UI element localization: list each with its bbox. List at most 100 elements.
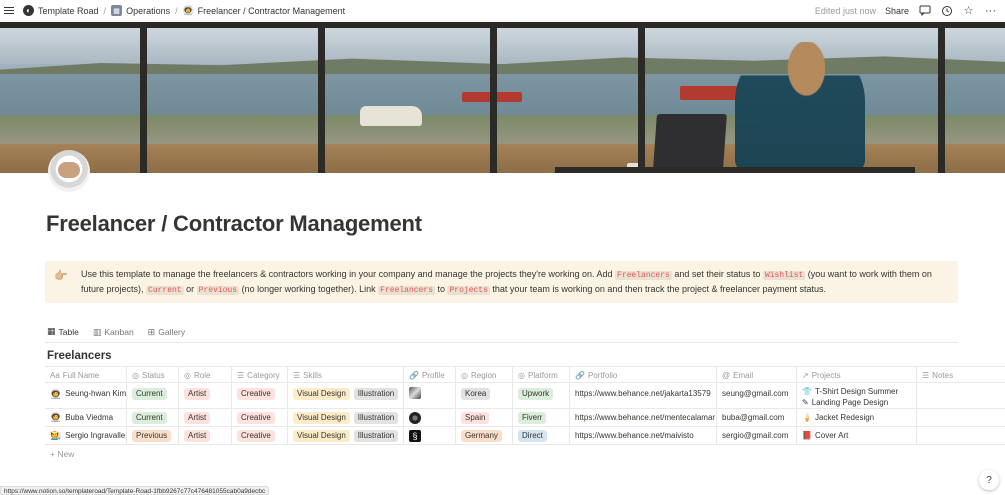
column-header-region[interactable]: ◎ Region <box>456 367 513 383</box>
project-link[interactable]: ✎ Landing Page Design <box>802 397 916 408</box>
person-icon: 🧑‍🌾 <box>50 430 62 440</box>
full-name-cell[interactable]: 🧑‍🌾 Sergio Ingravalle <box>45 427 127 444</box>
platform-cell[interactable]: Fiverr <box>513 409 570 426</box>
status-tag: Previous <box>132 429 172 442</box>
edited-status: Edited just now <box>814 5 876 16</box>
tshirt-icon: 👕 <box>802 387 812 396</box>
favorite-star-icon[interactable]: ☆ <box>962 4 975 17</box>
projects-cell[interactable]: 🍦 Jacket Redesign <box>797 409 917 426</box>
projects-cell[interactable]: 📕 Cover Art <box>797 427 917 444</box>
column-header-projects[interactable]: ↗ Projects <box>797 367 917 383</box>
skill-tag: Illustration <box>353 388 399 400</box>
notes-cell[interactable] <box>917 383 1005 408</box>
status-cell[interactable]: Current <box>127 383 179 408</box>
select-property-icon: ◎ <box>461 370 468 380</box>
email-cell[interactable]: sergio@gmail.com <box>717 427 797 444</box>
skill-tag: Illustration <box>353 429 399 442</box>
portfolio-link[interactable]: https://www.behance.net/jakarta13579 <box>575 389 711 398</box>
column-header-skills[interactable]: ☰ Skills <box>288 367 404 383</box>
role-cell[interactable]: Artist <box>179 427 232 444</box>
portfolio-link[interactable]: https://www.behance.net/mentecalamar <box>575 413 715 422</box>
portfolio-link[interactable]: https://www.behance.net/maivisto <box>575 431 694 440</box>
status-cell[interactable]: Previous <box>127 427 179 444</box>
link-preview-statusbar: https://www.notion.so/templateroad/Templ… <box>0 486 270 495</box>
breadcrumb-label: Freelancer / Contractor Management <box>197 5 346 16</box>
column-header-status[interactable]: ◎ Status <box>127 367 179 383</box>
column-header-notes[interactable]: ☰ Notes <box>917 367 1005 383</box>
notes-cell[interactable] <box>917 427 1005 444</box>
help-button[interactable]: ? <box>979 470 999 490</box>
page-astronaut-icon[interactable] <box>48 150 90 192</box>
role-cell[interactable]: Artist <box>179 409 232 426</box>
tab-gallery[interactable]: ⊞ Gallery <box>148 326 185 343</box>
share-button[interactable]: Share <box>885 6 909 16</box>
category-cell[interactable]: Creative <box>232 409 288 426</box>
breadcrumb-current-page[interactable]: 🧑‍🚀 Freelancer / Contractor Management <box>179 3 350 18</box>
email-cell[interactable]: seung@gmail.com <box>717 383 797 408</box>
region-tag: Germany <box>461 429 502 442</box>
column-header-profile[interactable]: 🔗 Profile <box>404 367 456 383</box>
profile-cell[interactable]: § <box>404 427 456 444</box>
platform-cell[interactable]: Upwork <box>513 383 570 408</box>
projects-cell[interactable]: 👕 T-Shirt Design Summer ✎ Landing Page Des… <box>797 383 917 408</box>
more-options-icon[interactable]: ··· <box>984 4 997 17</box>
portfolio-cell[interactable]: https://www.behance.net/mentecalamar <box>570 409 717 426</box>
skills-cell[interactable]: Visual Design Illustration <box>288 383 404 408</box>
category-cell[interactable]: Creative <box>232 383 288 408</box>
table-row[interactable]: 🧑‍🚀 Buba Viedma Current Artist Creative V… <box>45 409 1005 427</box>
skills-cell[interactable]: Visual Design Illustration <box>288 427 404 444</box>
column-header-portfolio[interactable]: 🔗 Portfolio <box>570 367 717 383</box>
profile-cell[interactable] <box>404 383 456 408</box>
column-header-full-name[interactable]: Aa Full Name <box>45 367 127 383</box>
column-header-role[interactable]: ◎ Role <box>179 367 232 383</box>
tab-label: Table <box>58 326 79 337</box>
page-title[interactable]: Freelancer / Contractor Management <box>46 211 422 237</box>
profile-image[interactable] <box>409 387 421 399</box>
region-cell[interactable]: Spain <box>456 409 513 426</box>
project-link[interactable]: 📕 Cover Art <box>802 430 848 441</box>
table-row[interactable]: 🧑‍🚀 Seung-hwan Kim Current Artist Creativ… <box>45 383 1005 409</box>
full-name-cell[interactable]: 🧑‍🚀 Seung-hwan Kim <box>45 383 127 408</box>
notes-cell[interactable] <box>917 409 1005 426</box>
status-tag: Current <box>132 411 167 424</box>
new-row-button[interactable]: + New <box>50 449 74 459</box>
gallery-icon: ⊞ <box>147 326 156 337</box>
category-cell[interactable]: Creative <box>232 427 288 444</box>
platform-cell[interactable]: Direct <box>513 427 570 444</box>
project-link[interactable]: 🍦 Jacket Redesign <box>802 412 874 423</box>
column-header-category[interactable]: ☰ Category <box>232 367 288 383</box>
column-header-email[interactable]: @ Email <box>717 367 797 383</box>
status-cell[interactable]: Current <box>127 409 179 426</box>
history-clock-icon[interactable] <box>940 4 953 17</box>
sidebar-menu-icon[interactable] <box>2 4 16 18</box>
column-header-platform[interactable]: ◎ Platform <box>513 367 570 383</box>
astronaut-icon: 🧑‍🚀 <box>182 5 194 16</box>
email-link[interactable]: sergio@gmail.com <box>722 431 788 440</box>
tab-kanban[interactable]: ▥ Kanban <box>93 326 134 343</box>
breadcrumb-operations[interactable]: ▦ Operations <box>107 3 174 18</box>
email-cell[interactable]: buba@gmail.com <box>717 409 797 426</box>
portfolio-cell[interactable]: https://www.behance.net/maivisto <box>570 427 717 444</box>
email-link[interactable]: seung@gmail.com <box>722 389 788 398</box>
portfolio-cell[interactable]: https://www.behance.net/jakarta13579 <box>570 383 717 408</box>
multi-select-property-icon: ☰ <box>293 370 301 380</box>
full-name-cell[interactable]: 🧑‍🚀 Buba Viedma <box>45 409 127 426</box>
table-row[interactable]: 🧑‍🌾 Sergio Ingravalle Previous Artist Cre… <box>45 427 1005 445</box>
database-title[interactable]: Freelancers <box>47 350 112 362</box>
skills-cell[interactable]: Visual Design Illustration <box>288 409 404 426</box>
region-cell[interactable]: Korea <box>456 383 513 408</box>
region-cell[interactable]: Germany <box>456 427 513 444</box>
profile-cell[interactable] <box>404 409 456 426</box>
breadcrumb-template-road[interactable]: ◐ Template Road <box>19 3 103 18</box>
callout-block[interactable]: 👉🏼 Use this template to manage the freel… <box>45 261 958 303</box>
column-label: Email <box>733 370 754 380</box>
callout-text: Use this template to manage the freelanc… <box>81 269 616 279</box>
email-link[interactable]: buba@gmail.com <box>722 413 784 422</box>
profile-image[interactable] <box>409 411 421 424</box>
tab-table[interactable]: ▦ Table <box>47 326 79 343</box>
project-link[interactable]: 👕 T-Shirt Design Summer <box>802 386 916 397</box>
comment-icon[interactable] <box>918 4 931 17</box>
profile-image[interactable]: § <box>409 429 421 442</box>
kanban-icon: ▥ <box>92 326 102 337</box>
role-cell[interactable]: Artist <box>179 383 232 408</box>
